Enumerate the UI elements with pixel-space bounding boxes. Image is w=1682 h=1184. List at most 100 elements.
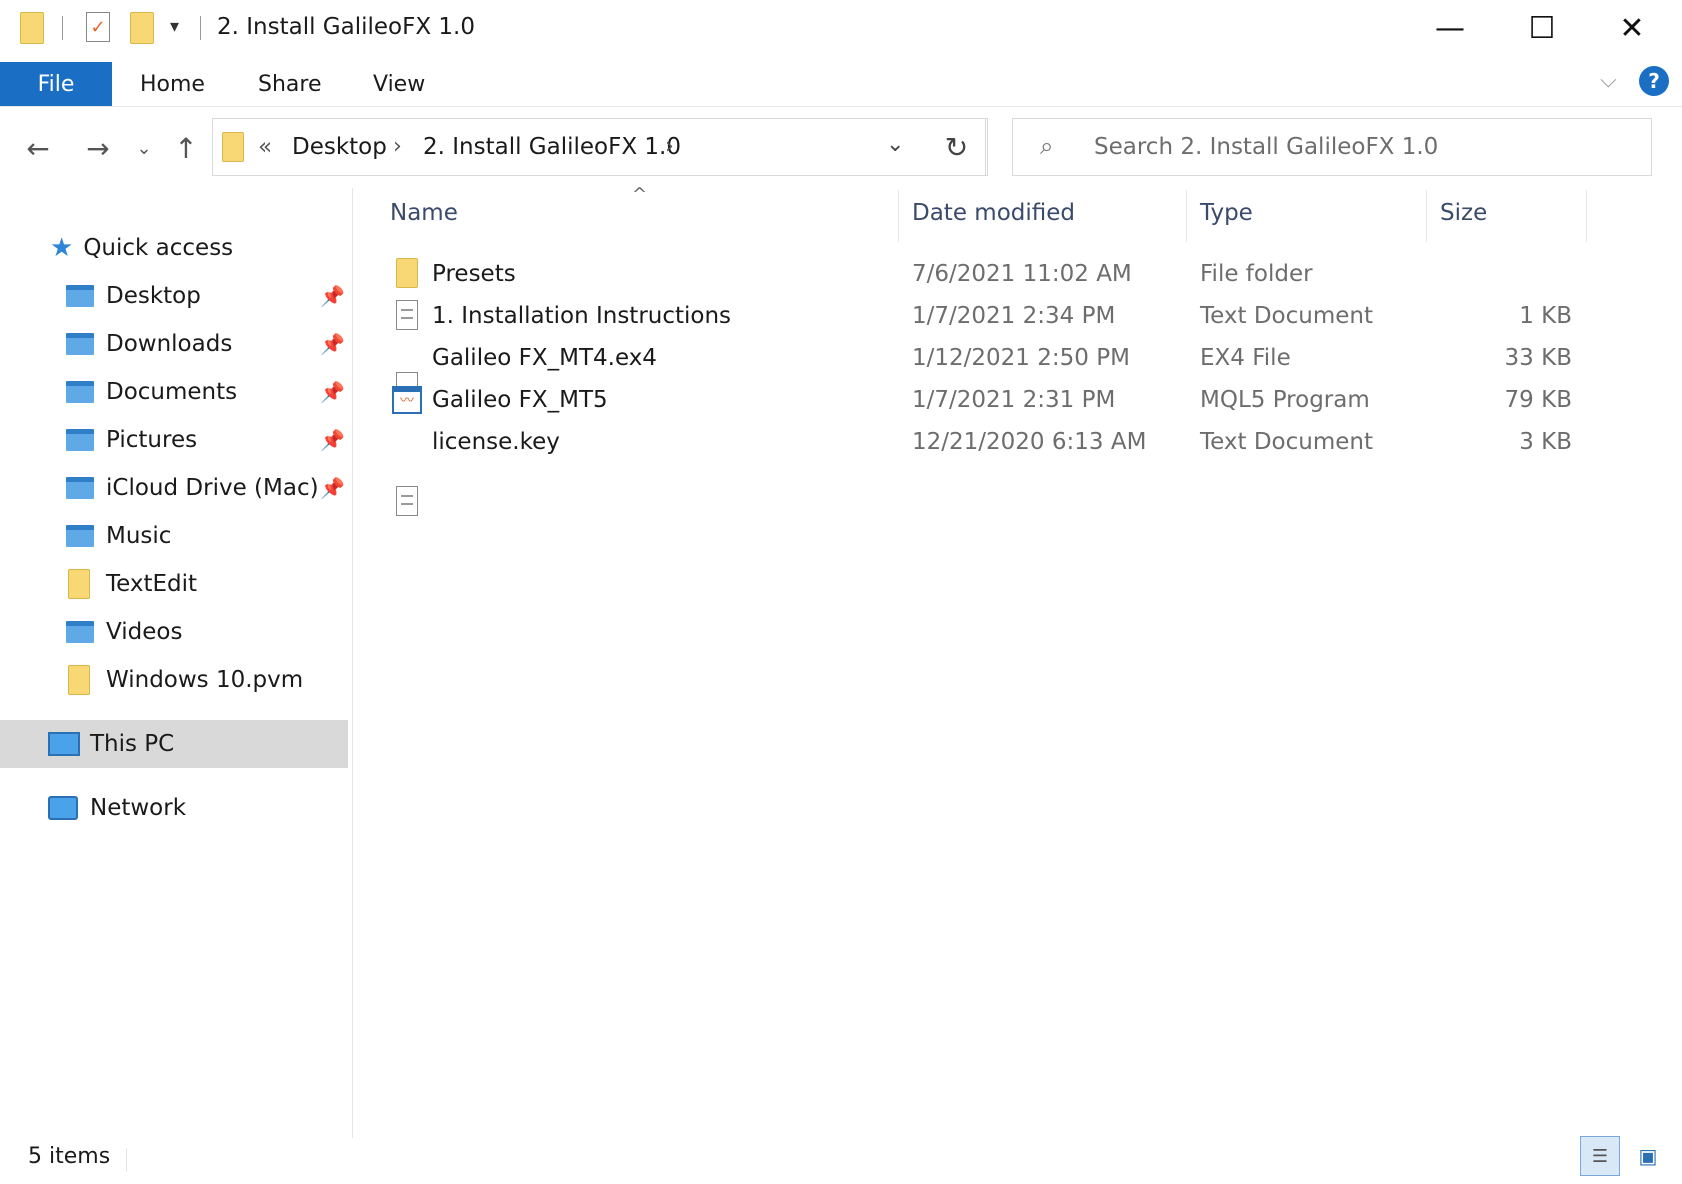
videos-library-icon — [66, 621, 94, 643]
breadcrumb-current[interactable]: 2. Install GalileoFX 1.0 — [423, 134, 681, 160]
icloud-library-icon — [66, 477, 94, 499]
file-size: 79 KB — [1504, 387, 1572, 413]
sidebar-item-label: Downloads — [106, 331, 233, 357]
folder-icon[interactable] — [20, 12, 44, 44]
sidebar-item-textedit[interactable]: TextEdit — [66, 562, 197, 606]
file-date: 1/7/2021 2:31 PM — [912, 387, 1116, 413]
pin-icon[interactable]: 📌 — [320, 476, 345, 500]
sidebar-item-label: Videos — [106, 619, 183, 645]
column-header-name[interactable]: Name — [390, 200, 458, 226]
tab-home[interactable]: Home — [140, 62, 205, 106]
sidebar-item-label: TextEdit — [106, 571, 198, 597]
pin-icon[interactable]: 📌 — [320, 380, 345, 404]
divider — [62, 16, 63, 40]
help-button[interactable]: ? — [1639, 66, 1669, 96]
pin-icon[interactable]: 📌 — [320, 332, 345, 356]
file-type: Text Document — [1200, 303, 1373, 329]
new-folder-icon[interactable] — [130, 12, 154, 44]
column-separator[interactable] — [1586, 190, 1587, 242]
sidebar-item-label: Pictures — [106, 427, 198, 453]
sidebar-item-music[interactable]: Music — [66, 514, 171, 558]
file-name: Galileo FX_MT4.ex4 — [432, 345, 657, 371]
sort-ascending-icon: ^ — [632, 184, 648, 205]
tab-share[interactable]: Share — [258, 62, 322, 106]
sidebar-item-documents[interactable]: Documents — [66, 370, 237, 414]
search-placeholder: Search 2. Install GalileoFX 1.0 — [1094, 134, 1439, 160]
sidebar-item-this-pc[interactable]: This PC — [48, 722, 174, 766]
file-size: 33 KB — [1504, 345, 1572, 371]
sidebar-item-pictures[interactable]: Pictures — [66, 418, 197, 462]
sidebar-item-label: Quick access — [83, 235, 234, 261]
breadcrumb-desktop[interactable]: Desktop — [292, 134, 387, 160]
sidebar-item-label: Documents — [106, 379, 238, 405]
text-document-icon — [396, 300, 418, 330]
file-date: 1/12/2021 2:50 PM — [912, 345, 1130, 371]
back-arrow-icon[interactable]: ← — [20, 126, 56, 170]
divider — [200, 16, 201, 40]
folder-icon — [396, 258, 418, 288]
refresh-icon[interactable]: ↻ — [926, 118, 988, 176]
pane-divider — [352, 188, 353, 1138]
text-document-icon — [396, 486, 418, 516]
file-date: 1/7/2021 2:34 PM — [912, 303, 1116, 329]
folder-icon — [68, 569, 90, 599]
file-date: 7/6/2021 11:02 AM — [912, 261, 1132, 287]
chevron-right-icon[interactable]: › — [665, 134, 674, 159]
ribbon — [0, 56, 1682, 107]
sidebar-item-network[interactable]: Network — [48, 786, 186, 830]
pin-icon[interactable]: 📌 — [320, 284, 345, 308]
tab-view[interactable]: View — [373, 62, 425, 106]
window-title: 2. Install GalileoFX 1.0 — [217, 14, 475, 40]
chevron-down-icon[interactable]: ⌄ — [886, 132, 904, 157]
column-separator[interactable] — [898, 190, 899, 242]
status-divider — [126, 1148, 127, 1172]
sidebar-item-videos[interactable]: Videos — [66, 610, 182, 654]
computer-icon — [48, 732, 80, 756]
search-icon: ⌕ — [1040, 132, 1054, 160]
sidebar-item-label: Network — [90, 795, 187, 821]
sidebar-item-label: iCloud Drive (Mac) — [106, 475, 319, 501]
sidebar-item-quick-access[interactable]: ★ Quick access — [50, 226, 233, 270]
file-type: Text Document — [1200, 429, 1373, 455]
up-arrow-icon[interactable]: ↑ — [168, 126, 204, 170]
sidebar-item-label: Music — [106, 523, 172, 549]
file-name: Presets — [432, 261, 516, 287]
properties-icon[interactable]: ✓ — [86, 12, 110, 42]
large-icons-view-icon[interactable]: ▣ — [1628, 1136, 1668, 1176]
forward-arrow-icon[interactable]: → — [80, 126, 116, 170]
column-header-size[interactable]: Size — [1440, 200, 1487, 226]
sidebar-item-windows-10-pvm[interactable]: Windows 10.pvm — [66, 658, 303, 702]
file-name: Galileo FX_MT5 — [432, 387, 608, 413]
mql5-program-icon: 〰 — [392, 386, 422, 414]
documents-library-icon — [66, 381, 94, 403]
downloads-library-icon — [66, 333, 94, 355]
column-separator[interactable] — [1426, 190, 1427, 242]
expand-ribbon-icon[interactable]: ⌵ — [1600, 68, 1617, 93]
pin-icon[interactable]: 📌 — [320, 428, 345, 452]
file-type: File folder — [1200, 261, 1313, 287]
overflow-icon[interactable]: « — [258, 134, 272, 160]
details-view-icon[interactable]: ☰ — [1580, 1136, 1620, 1176]
music-library-icon — [66, 525, 94, 547]
close-button[interactable]: ✕ — [1586, 0, 1678, 56]
tab-file[interactable]: File — [0, 62, 112, 106]
minimize-button[interactable]: — — [1404, 0, 1496, 56]
recent-locations-icon[interactable]: ⌄ — [134, 126, 154, 170]
sidebar-item-icloud-drive[interactable]: iCloud Drive (Mac) — [66, 466, 319, 510]
file-date: 12/21/2020 6:13 AM — [912, 429, 1147, 455]
file-size: 1 KB — [1519, 303, 1572, 329]
sidebar-item-label: Windows 10.pvm — [106, 667, 304, 693]
network-icon — [48, 796, 78, 820]
sidebar-item-desktop[interactable]: Desktop — [66, 274, 201, 318]
maximize-button[interactable]: ☐ — [1496, 0, 1588, 56]
chevron-right-icon[interactable]: › — [393, 134, 402, 159]
column-header-type[interactable]: Type — [1200, 200, 1253, 226]
desktop-library-icon — [66, 285, 94, 307]
star-icon: ★ — [50, 233, 74, 263]
customize-toolbar-icon[interactable]: ▾ — [170, 16, 179, 37]
column-header-date-modified[interactable]: Date modified — [912, 200, 1075, 226]
file-name: license.key — [432, 429, 560, 455]
column-separator[interactable] — [1186, 190, 1187, 242]
sidebar-item-downloads[interactable]: Downloads — [66, 322, 232, 366]
file-name: 1. Installation Instructions — [432, 303, 732, 329]
